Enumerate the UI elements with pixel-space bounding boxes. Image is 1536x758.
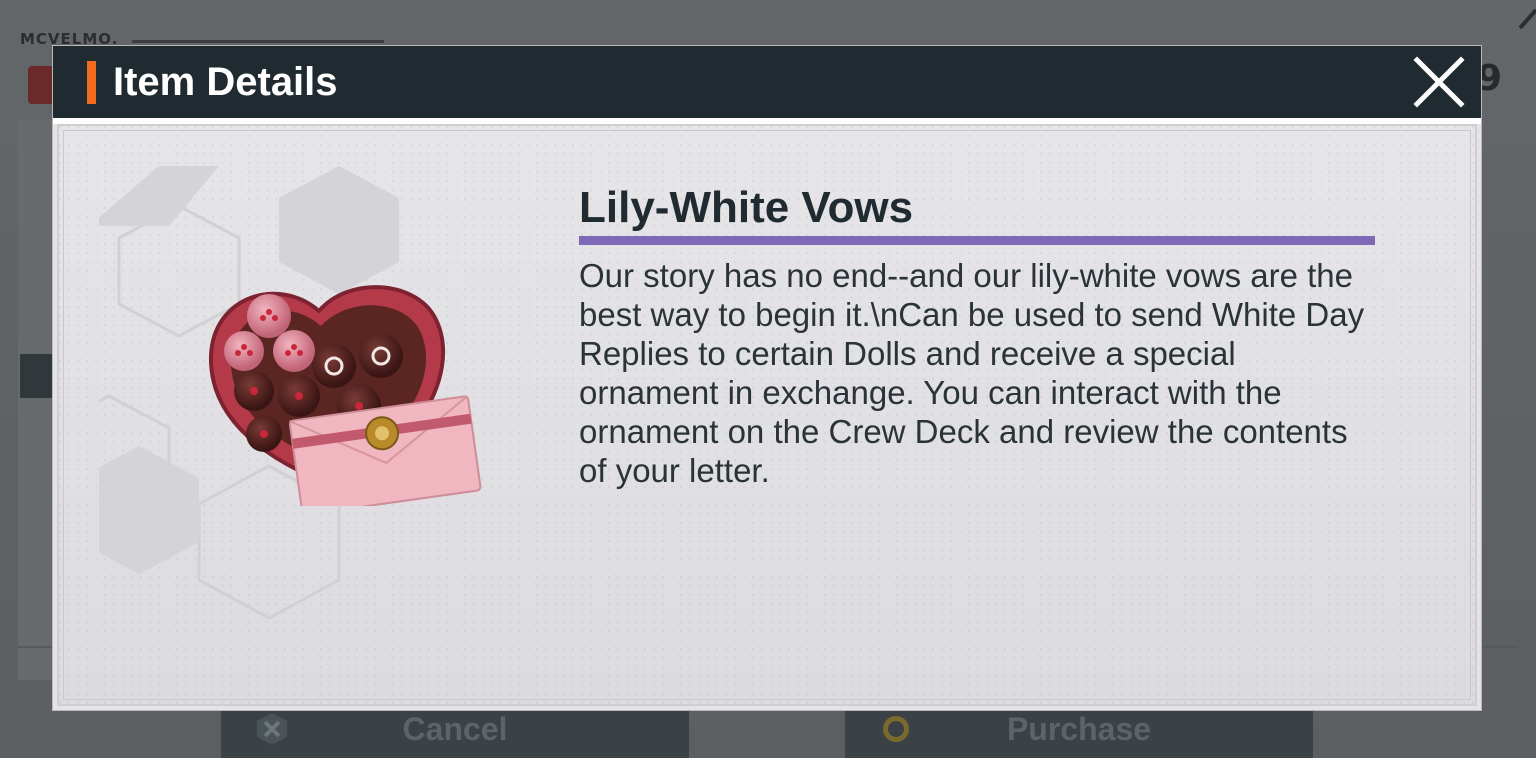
- heart-chocolate-box-with-letter-icon: [208, 285, 482, 506]
- purchase-button-label: Purchase: [1006, 710, 1152, 747]
- item-name: Lily-White Vows: [579, 183, 914, 232]
- item-description: Our story has no end--and our lily-white…: [579, 257, 1365, 489]
- modal-title: Item Details: [113, 60, 338, 104]
- background-left-panel: [18, 120, 58, 680]
- header-accent-bar: [87, 61, 96, 104]
- modal-header: Item Details: [53, 46, 1481, 118]
- background-corner-icon: [1518, 8, 1536, 30]
- close-x-icon: [1413, 56, 1465, 108]
- cancel-button-label: Cancel: [402, 710, 508, 747]
- purchase-ring-icon: [875, 708, 917, 750]
- modal-body: Lily-White Vows Our story has no end--an…: [57, 124, 1477, 706]
- close-button[interactable]: [1409, 52, 1469, 112]
- background-divider: [132, 40, 384, 43]
- item-name-underline: [579, 236, 1375, 245]
- item-details-modal: Item Details Lily-White Vows Our story h…: [53, 46, 1481, 710]
- cancel-x-icon: [251, 708, 293, 750]
